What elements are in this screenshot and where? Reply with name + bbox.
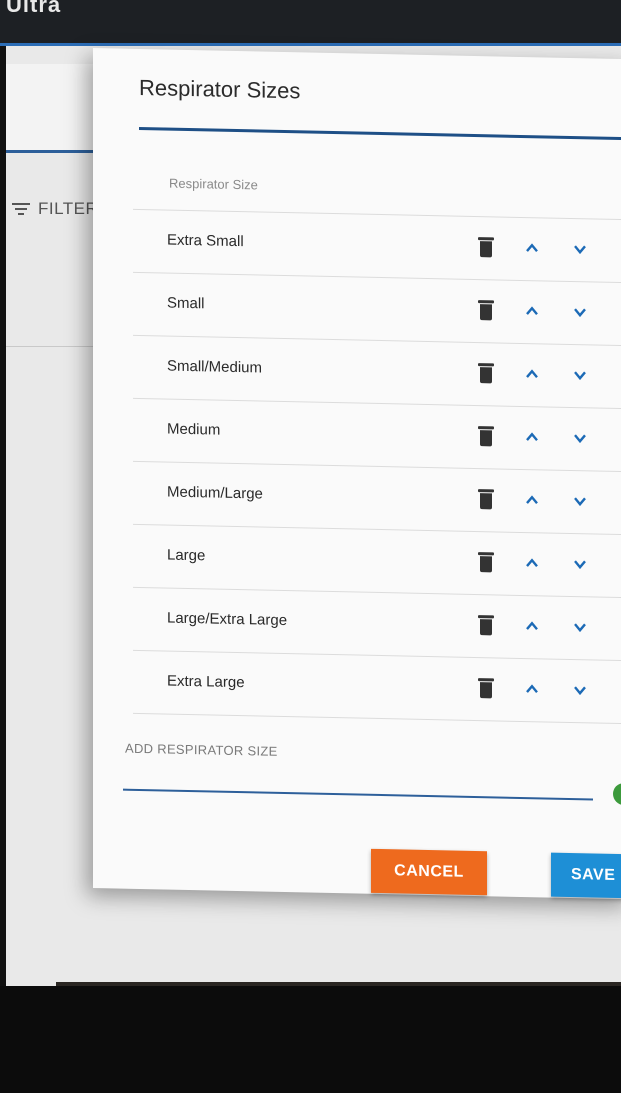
chevron-up-icon[interactable] xyxy=(520,362,544,387)
size-row: Small/Medium xyxy=(133,334,621,409)
size-label: Extra Large xyxy=(167,672,245,692)
chevron-down-icon[interactable] xyxy=(568,300,592,325)
chevron-down-icon[interactable] xyxy=(568,678,592,703)
chevron-down-icon[interactable] xyxy=(568,363,592,388)
trash-icon[interactable] xyxy=(478,300,494,321)
size-label: Small/Medium xyxy=(167,357,263,377)
trash-icon[interactable] xyxy=(478,552,494,573)
filter-label: FILTER xyxy=(38,199,99,218)
size-row: Large/Extra Large xyxy=(133,586,621,661)
chevron-down-icon[interactable] xyxy=(568,237,592,262)
trash-icon[interactable] xyxy=(478,615,494,636)
size-label: Medium/Large xyxy=(167,483,263,503)
size-label: Extra Small xyxy=(167,231,244,251)
cancel-button[interactable]: CANCEL xyxy=(371,848,487,896)
chevron-up-icon[interactable] xyxy=(520,299,544,324)
size-row: Medium/Large xyxy=(133,460,621,535)
column-header: Respirator Size xyxy=(169,175,258,193)
size-row: Small xyxy=(133,271,621,346)
trash-icon[interactable] xyxy=(478,237,494,258)
chevron-up-icon[interactable] xyxy=(520,425,544,450)
chevron-up-icon[interactable] xyxy=(520,236,544,261)
monitor-bezel xyxy=(0,986,621,1093)
filter-icon xyxy=(12,202,30,216)
size-row: Large xyxy=(133,523,621,598)
size-row: Medium xyxy=(133,397,621,472)
size-list: Extra Small Small Small/Medium Medium Medium… xyxy=(133,208,621,725)
check-circle-icon[interactable] xyxy=(613,782,621,806)
filter-button[interactable]: FILTER xyxy=(12,199,98,219)
chevron-up-icon[interactable] xyxy=(520,488,544,513)
chevron-down-icon[interactable] xyxy=(568,426,592,451)
title-underline xyxy=(139,126,621,141)
chevron-down-icon[interactable] xyxy=(568,615,592,640)
size-label: Large xyxy=(167,546,206,565)
chevron-up-icon[interactable] xyxy=(520,614,544,639)
trash-icon[interactable] xyxy=(478,489,494,510)
save-button[interactable]: SAVE xyxy=(551,852,621,899)
chevron-up-icon[interactable] xyxy=(520,551,544,576)
trash-icon[interactable] xyxy=(478,678,494,699)
size-label: Large/Extra Large xyxy=(167,609,288,630)
size-label: Small xyxy=(167,294,205,313)
dialog-title: Respirator Sizes xyxy=(139,74,301,104)
trash-icon[interactable] xyxy=(478,363,494,384)
app-title: Ultra xyxy=(6,0,62,17)
size-row: Extra Large xyxy=(133,649,621,725)
size-label: Medium xyxy=(167,420,221,439)
chevron-up-icon[interactable] xyxy=(520,677,544,702)
add-size-label: ADD RESPIRATOR SIZE xyxy=(125,740,278,759)
size-row: Extra Small xyxy=(133,208,621,283)
chevron-down-icon[interactable] xyxy=(568,552,592,577)
respirator-sizes-dialog: Respirator Sizes Respirator Size Extra S… xyxy=(93,48,621,900)
trash-icon[interactable] xyxy=(478,426,494,447)
add-size-input[interactable] xyxy=(123,762,593,801)
app-topbar: Ultra xyxy=(0,0,621,46)
chevron-down-icon[interactable] xyxy=(568,489,592,514)
